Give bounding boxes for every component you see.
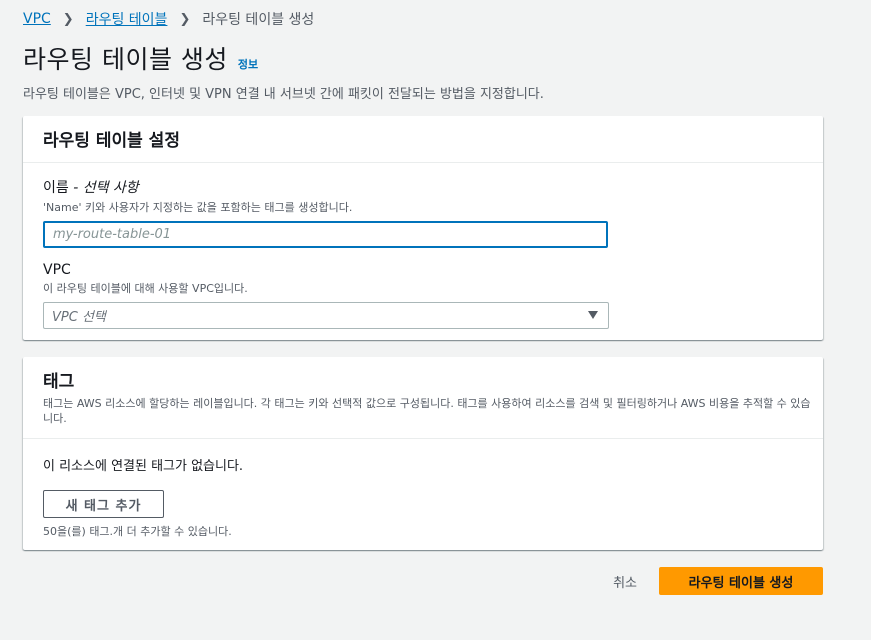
form-actions: 취소 라우팅 테이블 생성 <box>613 567 823 595</box>
vpc-label: VPC <box>43 262 71 278</box>
chevron-right-icon: ❯ <box>62 11 74 27</box>
info-link[interactable]: 정보 <box>238 56 258 72</box>
tags-description: 태그는 AWS 리소스에 할당하는 레이블입니다. 각 태그는 키와 선택적 값… <box>43 397 811 425</box>
panel-title: 라우팅 테이블 설정 <box>43 131 180 151</box>
name-input[interactable] <box>43 221 608 248</box>
page-header: 라우팅 테이블 생성 정보 <box>23 40 258 76</box>
vpc-select-placeholder: VPC 선택 <box>52 310 106 325</box>
optional-label: - 선택 사항 <box>73 180 139 196</box>
breadcrumb-vpc-link[interactable]: VPC <box>23 11 51 27</box>
add-tag-button[interactable]: 새 태그 추가 <box>43 490 164 518</box>
panel-body: 이 리소스에 연결된 태그가 없습니다. 새 태그 추가 50을(를) 태그.개… <box>23 439 823 553</box>
breadcrumb-current: 라우팅 테이블 생성 <box>202 12 315 28</box>
create-route-table-button[interactable]: 라우팅 테이블 생성 <box>659 567 823 595</box>
name-label-text: 이름 <box>43 180 69 196</box>
tags-panel: 태그 태그는 AWS 리소스에 할당하는 레이블입니다. 각 태그는 키와 선택… <box>23 357 823 550</box>
panel-body: 이름 - 선택 사항 'Name' 키와 사용자가 지정하는 값을 포함하는 태… <box>23 163 823 343</box>
vpc-description: 이 라우팅 테이블에 대해 사용할 VPC입니다. <box>43 282 248 295</box>
breadcrumb-route-tables-link[interactable]: 라우팅 테이블 <box>86 9 168 29</box>
no-tags-message: 이 리소스에 연결된 태그가 없습니다. <box>43 459 244 474</box>
vpc-select[interactable]: VPC 선택 <box>43 302 609 329</box>
route-table-settings-panel: 라우팅 테이블 설정 이름 - 선택 사항 'Name' 키와 사용자가 지정하… <box>23 116 823 340</box>
page-description: 라우팅 테이블은 VPC, 인터넷 및 VPN 연결 내 서브넷 간에 패킷이 … <box>23 87 544 102</box>
name-description: 'Name' 키와 사용자가 지정하는 값을 포함하는 태그를 생성합니다. <box>43 201 353 214</box>
tag-limit-text: 50을(를) 태그.개 더 추가할 수 있습니다. <box>43 525 232 538</box>
chevron-right-icon: ❯ <box>179 11 191 27</box>
caret-down-icon <box>588 311 598 319</box>
name-label: 이름 - 선택 사항 <box>43 177 803 197</box>
page-title: 라우팅 테이블 생성 <box>23 45 228 74</box>
cancel-button[interactable]: 취소 <box>613 572 637 591</box>
panel-header: 태그 태그는 AWS 리소스에 할당하는 레이블입니다. 각 태그는 키와 선택… <box>23 357 823 439</box>
panel-title: 태그 <box>43 372 75 392</box>
panel-header: 라우팅 테이블 설정 <box>23 116 823 163</box>
breadcrumb: VPC ❯ 라우팅 테이블 ❯ 라우팅 테이블 생성 <box>23 9 314 29</box>
